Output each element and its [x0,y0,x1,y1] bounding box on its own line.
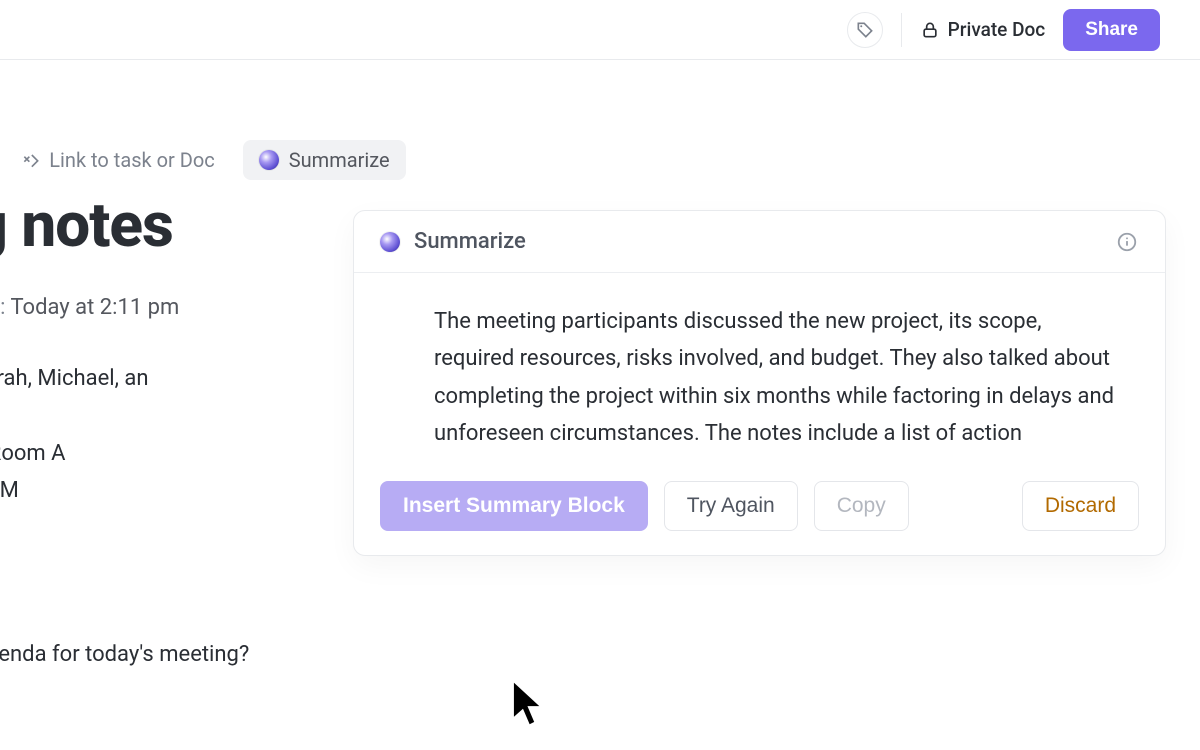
participants-value: John, Sarah, Michael, an [0,366,149,391]
privacy-toggle[interactable]: Private Doc [920,18,1046,41]
link-tool-label: Link to task or Doc [49,148,214,172]
tag-button[interactable] [847,12,883,48]
mouse-cursor-icon [510,678,546,730]
summary-text: The meeting participants discussed the n… [354,273,1165,477]
share-button[interactable]: Share [1063,9,1160,51]
summarize-panel-header: Summarize [354,211,1165,273]
header-divider [901,13,902,47]
summarize-tool-label: Summarize [289,148,390,172]
last-updated-value: Today at 2:11 pm [10,295,179,320]
discard-button[interactable]: Discard [1022,481,1139,531]
summarize-panel: Summarize The meeting participants discu… [353,210,1166,556]
summarize-panel-title: Summarize [414,229,526,254]
lock-icon [920,20,940,40]
link-tool[interactable]: Link to task or Doc [21,148,214,172]
privacy-label: Private Doc [948,18,1046,41]
last-updated-label: Last Updated: [0,295,5,320]
link-arrow-icon [21,150,41,170]
copy-button[interactable]: Copy [814,481,909,531]
insert-summary-button[interactable]: Insert Summary Block [380,481,648,531]
top-header: Private Doc Share [0,0,1200,60]
info-button[interactable] [1115,230,1139,254]
summarize-panel-actions: Insert Summary Block Try Again Copy Disc… [354,477,1165,555]
info-icon [1116,231,1138,253]
conversation-line[interactable]: what's the agenda for today's meeting? [0,642,570,667]
section-heading[interactable]: rsation [0,568,570,608]
ai-icon [259,150,279,170]
doc-toolbar: mment Link to task or Doc Summarize [0,140,406,180]
ai-icon [380,232,400,252]
try-again-button[interactable]: Try Again [664,481,798,531]
tag-icon [855,20,875,40]
summarize-tool[interactable]: Summarize [243,140,406,180]
